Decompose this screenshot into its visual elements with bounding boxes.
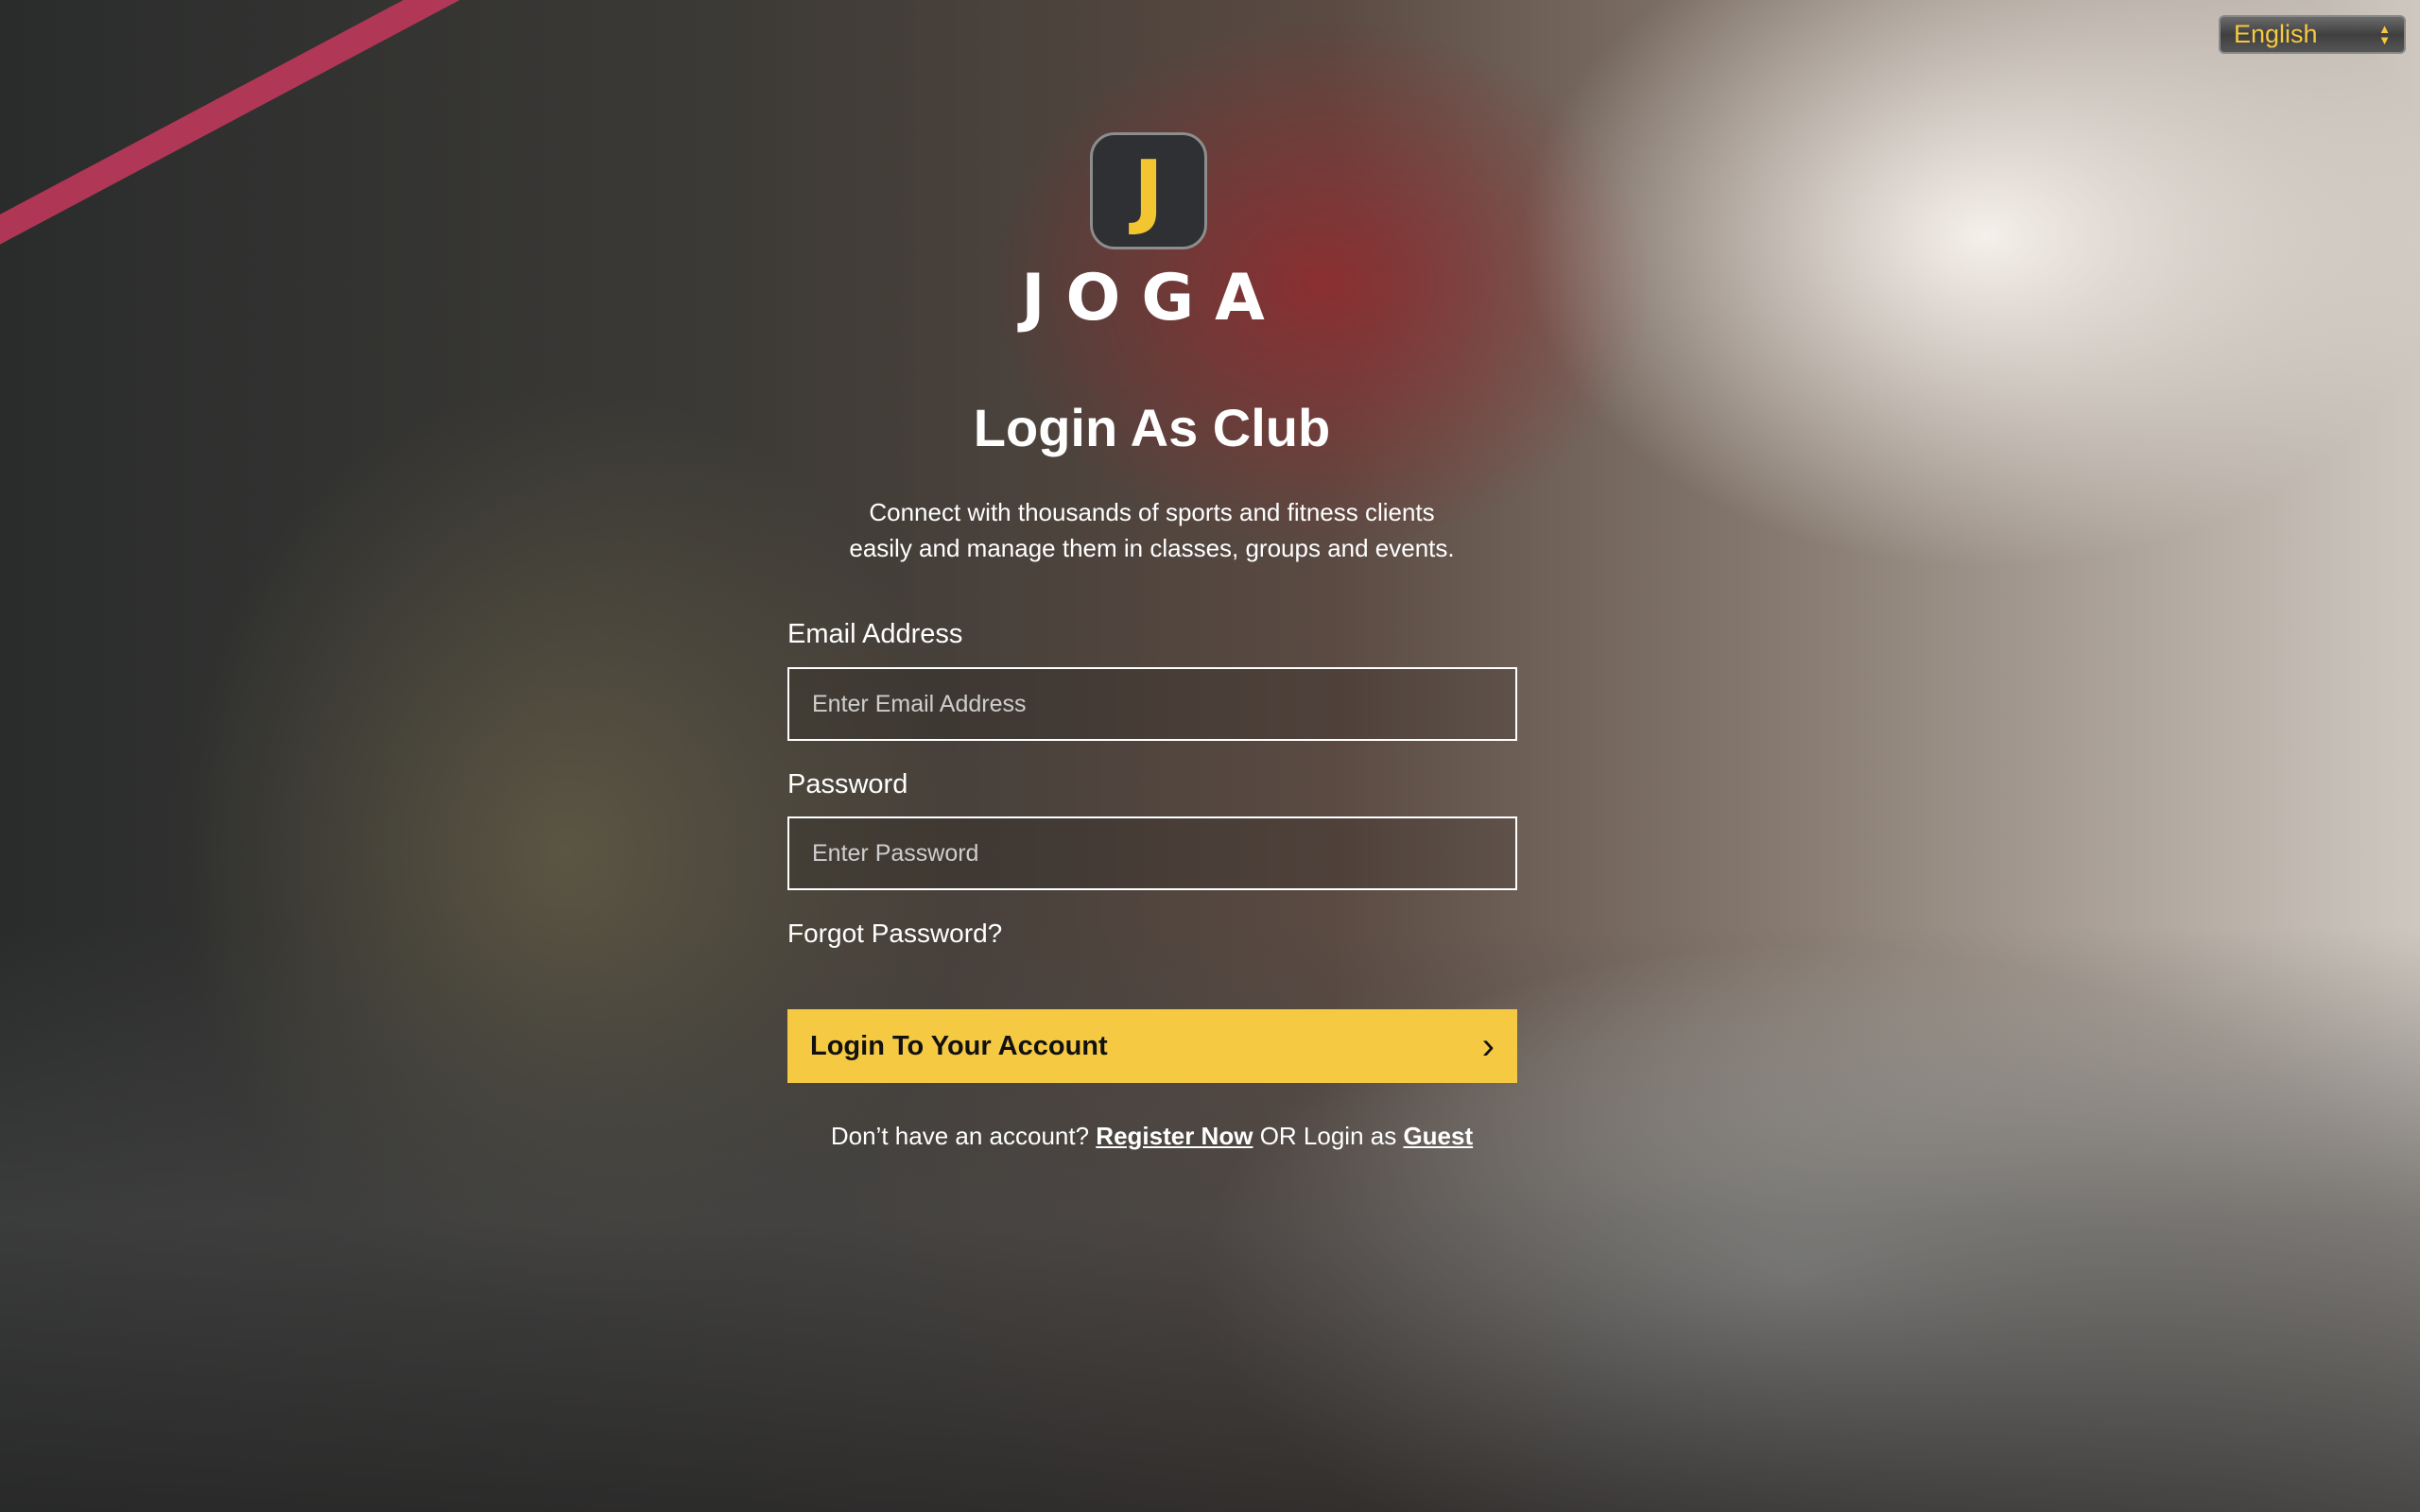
logo-letter: J xyxy=(1133,144,1164,238)
password-label: Password xyxy=(787,769,908,799)
guest-login-link[interactable]: Guest xyxy=(1403,1122,1473,1150)
chevron-right-icon: › xyxy=(1481,1024,1495,1067)
register-now-link[interactable]: Register Now xyxy=(1096,1122,1253,1150)
description: Connect with thousands of sports and fit… xyxy=(0,494,2304,566)
description-line: Connect with thousands of sports and fit… xyxy=(869,498,1435,526)
footer-middle: OR Login as xyxy=(1259,1122,1397,1150)
login-button[interactable]: Login To Your Account › xyxy=(787,1009,1517,1083)
joga-logo-icon: J xyxy=(1090,132,1207,249)
description-line: easily and manage them in classes, group… xyxy=(849,534,1455,562)
footer-text: Don’t have an account? Register Now OR L… xyxy=(0,1122,2304,1151)
footer-prefix: Don’t have an account? xyxy=(830,1122,1090,1150)
language-selected: English xyxy=(2234,20,2318,48)
forgot-password-link[interactable]: Forgot Password? xyxy=(787,919,1002,949)
email-label: Email Address xyxy=(787,619,963,649)
background-photo-decor xyxy=(0,0,720,262)
page-title: Login As Club xyxy=(973,398,1331,457)
language-select[interactable]: English ▲ ▼ xyxy=(2219,15,2406,54)
select-arrows-icon: ▲ ▼ xyxy=(2378,21,2391,47)
password-input[interactable] xyxy=(787,816,1517,890)
login-button-label: Login To Your Account xyxy=(810,1030,1108,1061)
brand-name: JOGA xyxy=(1021,261,1286,335)
email-input[interactable] xyxy=(787,667,1517,741)
